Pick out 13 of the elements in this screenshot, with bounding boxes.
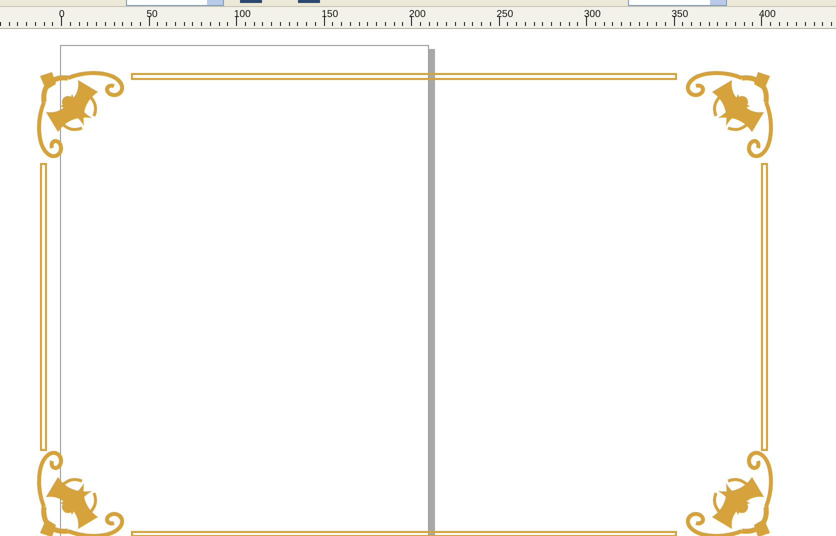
ruler-label: 150 [322,10,338,20]
input-field[interactable] [126,0,224,6]
ruler-label: 350 [672,10,688,20]
ruler-label: 200 [409,10,426,20]
ruler-label: 0 [59,10,65,20]
ruler-label: 300 [584,10,601,20]
ruler-label: 400 [759,10,776,20]
input-field[interactable] [628,0,727,6]
spin-icon[interactable] [710,0,726,5]
ruler-label: 250 [496,10,514,20]
ruler-label: 100 [234,10,251,20]
spin-icon[interactable] [207,0,223,5]
ruler-label: 50 [146,10,158,20]
